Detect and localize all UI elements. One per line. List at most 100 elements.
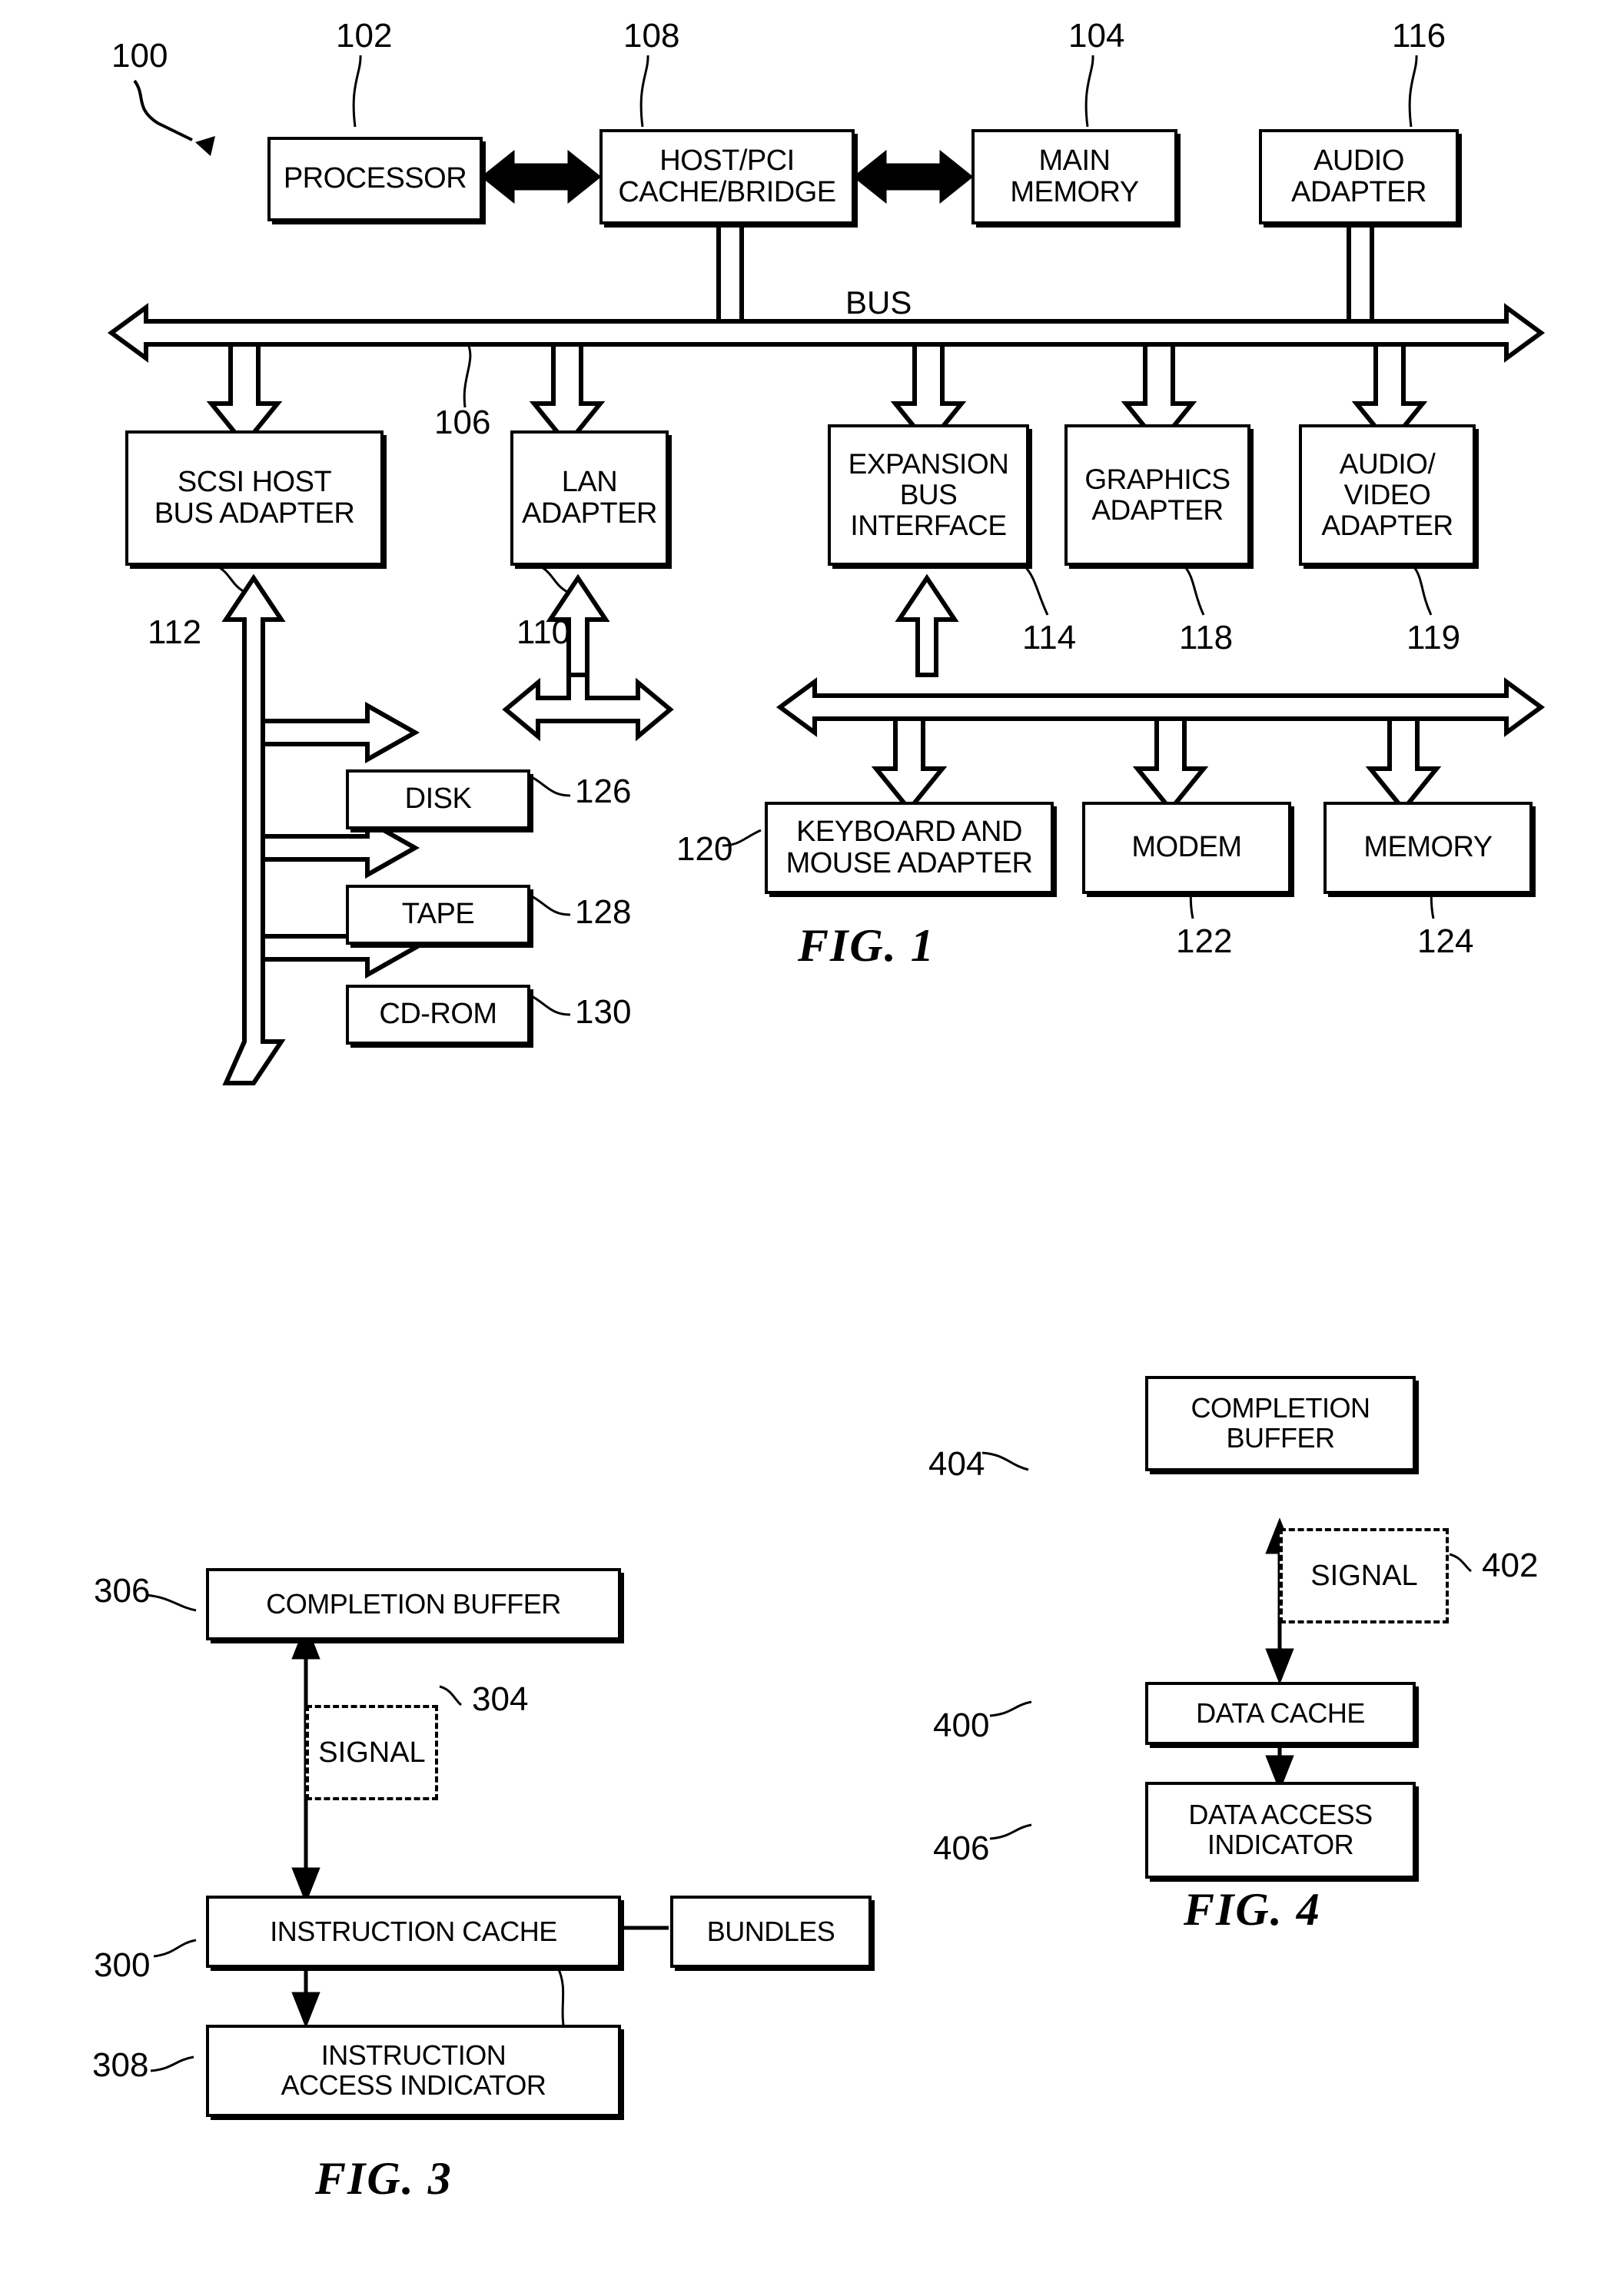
box-completion-buffer-fig3: COMPLETION BUFFER [206,1568,621,1640]
ref-119: 119 [1406,619,1461,656]
ref-404: 404 [928,1445,985,1483]
leader-line-104 [1084,55,1094,128]
tape-label: TAPE [401,898,475,931]
keyboard-line1: KEYBOARD AND [796,815,1022,848]
ref-308: 308 [92,2046,149,2084]
modem-label: MODEM [1131,831,1242,864]
expansion-line2: BUS [899,479,958,511]
bus-drop-lan [529,342,606,448]
arrow-processor-hostpci [480,149,602,204]
expansion-line1: EXPANSION [848,448,1009,480]
ref-122: 122 [1176,922,1233,960]
main-bus-arrow [107,303,1546,363]
lan-external-bus-arrow [502,673,674,742]
leader-line-130 [530,994,571,1016]
memory-label: MEMORY [1363,831,1493,864]
instr-access-line1: INSTRUCTION [320,2039,506,2072]
bus-drop-scsi [206,342,283,448]
leader-line-300 [153,1939,197,1958]
leader-line-114 [1022,563,1049,616]
expbus-drop-keyboard [871,716,948,813]
ref-110: 110 [516,613,571,651]
box-graphics-adapter: GRAPHICS ADAPTER [1064,424,1250,566]
host-pci-line1: HOST/PCI [659,144,795,177]
ref-400: 400 [933,1706,990,1744]
box-scsi-host-bus-adapter: SCSI HOST BUS ADAPTER [125,430,384,566]
leader-line-102 [352,55,362,128]
box-cdrom: CD-ROM [346,985,530,1045]
data-access-line1: DATA ACCESS [1188,1799,1373,1831]
ref-406: 406 [933,1829,990,1867]
box-host-pci-cache-bridge-label: HOST/PCI CACHE/BRIDGE [603,145,852,208]
keyboard-line2: MOUSE ADAPTER [785,847,1033,879]
box-data-cache: DATA CACHE [1145,1682,1416,1745]
ref-116: 116 [1392,17,1446,55]
leader-line-406 [989,1823,1032,1840]
main-memory-line1: MAIN [1038,144,1111,177]
arrowhead-down-fig3 [291,1867,320,1904]
signal-fig4-label: SIGNAL [1310,1559,1418,1592]
scsi-device-bus-arrow [221,573,286,1085]
leader-line-112 [214,563,245,593]
box-processor: PROCESSOR [267,137,483,221]
box-disk: DISK [346,769,530,829]
lan-line2: ADAPTER [522,497,657,530]
instr-access-line2: ACCESS INDICATOR [281,2069,546,2101]
ref-106: 106 [434,404,491,441]
signal-fig3-label: SIGNAL [318,1736,426,1769]
completion-buffer-fig4-line2: BUFFER [1226,1422,1336,1454]
graphics-line1: GRAPHICS [1084,464,1230,496]
leader-line-118 [1182,564,1205,616]
data-access-line2: INDICATOR [1207,1829,1354,1860]
main-memory-line2: MEMORY [1010,176,1139,208]
box-completion-buffer-fig4: COMPLETION BUFFER [1145,1376,1416,1471]
leader-line-108 [639,55,649,128]
ref-104: 104 [1068,17,1125,55]
ref-306: 306 [94,1572,151,1610]
completion-buffer-fig4-line1: COMPLETION [1191,1392,1370,1424]
disk-label: DISK [404,783,472,816]
arrow-hostpci-mainmemory [852,149,974,204]
leader-line-119 [1411,564,1433,616]
bundles-label: BUNDLES [706,1915,835,1947]
cdrom-label: CD-ROM [379,998,497,1031]
figure-3-label: FIG. 3 [315,2153,453,2204]
leader-line-404 [981,1451,1029,1471]
box-keyboard-mouse-adapter: KEYBOARD AND MOUSE ADAPTER [765,802,1054,894]
leader-line-308 [150,2055,194,2072]
patent-drawing-sheet: 100 102 108 104 116 PROCESSOR HOST/PCI C… [0,0,1624,2273]
ref-112: 112 [148,613,202,651]
ref-128: 128 [575,893,632,931]
expbus-drop-modem [1132,716,1209,813]
ref-130: 130 [575,993,632,1031]
audiovideo-line2: VIDEO [1343,479,1431,511]
lan-line1: LAN [561,465,618,498]
arrowhead-down-fig4 [1265,1648,1294,1685]
box-host-pci-cache-bridge: HOST/PCI CACHE/BRIDGE [599,129,855,224]
figure-4-label: FIG. 4 [1184,1884,1321,1935]
host-pci-line2: CACHE/BRIDGE [618,176,836,208]
completion-buffer-fig3-label: COMPLETION BUFFER [266,1587,561,1620]
leader-line-110 [537,563,568,593]
bus-label: BUS [845,284,912,321]
expansion-riser [895,573,959,677]
scsi-line1: SCSI HOST [177,465,332,498]
ref-300: 300 [94,1946,151,1984]
leader-line-402 [1449,1553,1472,1573]
box-modem: MODEM [1082,802,1291,894]
box-instruction-access-indicator: INSTRUCTION ACCESS INDICATOR [206,2025,621,2117]
ref-114: 114 [1022,619,1077,656]
audiovideo-line3: ADAPTER [1321,509,1453,541]
leader-line-106 [463,341,472,408]
leader-line-116 [1408,55,1418,128]
ref-304: 304 [472,1680,529,1718]
box-processor-label: PROCESSOR [283,162,467,195]
ref-108: 108 [623,17,680,55]
expbus-drop-memory [1365,716,1442,813]
ref-120: 120 [676,830,733,868]
ref-100: 100 [111,37,168,75]
expansion-line3: INTERFACE [850,509,1007,541]
ref-124: 124 [1417,922,1474,960]
leader-line-304 [439,1685,462,1706]
arrowhead-down-fig3-b [291,1992,320,2029]
